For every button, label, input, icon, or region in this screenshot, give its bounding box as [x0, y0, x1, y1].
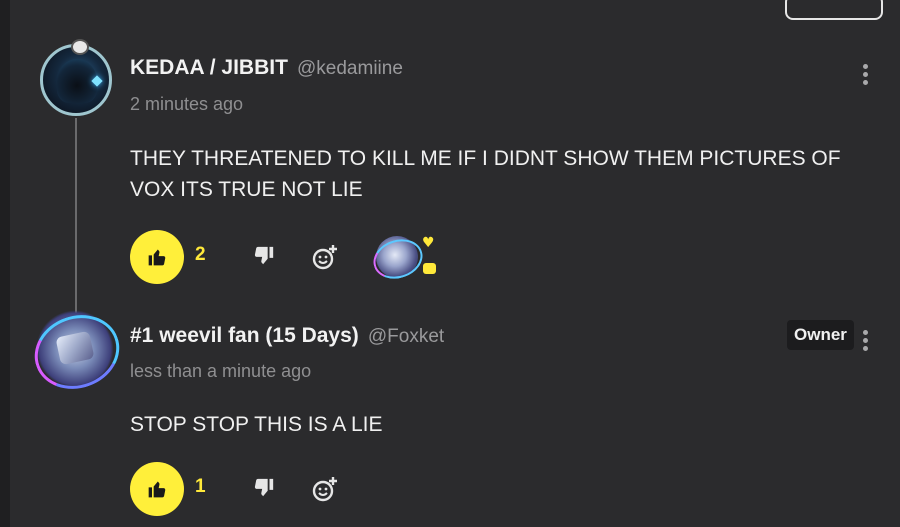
like-button[interactable]: [130, 462, 184, 516]
dislike-button[interactable]: [253, 477, 277, 501]
like-count: 1: [195, 476, 206, 497]
comment-thread: KEDAA / JIBBIT @kedamiine 2 minutes ago …: [0, 0, 900, 527]
author-display-name[interactable]: #1 weevil fan (15 Days): [130, 324, 359, 347]
add-reaction-icon: [312, 245, 337, 270]
thumbs-down-icon: [254, 478, 274, 497]
author-handle[interactable]: @Foxket: [368, 326, 444, 347]
thumbs-down-icon: [254, 246, 274, 265]
like-count: 2: [195, 244, 206, 265]
comment-body: THEY THREATENED TO KILL ME IF I DIDNT SH…: [130, 147, 841, 201]
more-options-icon[interactable]: [863, 330, 869, 354]
chat-bubble-icon: [423, 263, 436, 274]
comment-actions: 2 ♥: [130, 230, 530, 285]
avatar[interactable]: [40, 39, 112, 116]
add-reaction-icon: [312, 477, 337, 502]
add-reaction-button[interactable]: [310, 242, 340, 272]
add-reaction-button[interactable]: [310, 474, 340, 504]
top-button-outline[interactable]: [785, 0, 883, 20]
like-button[interactable]: [130, 230, 184, 284]
comment-header: KEDAA / JIBBIT @kedamiine: [130, 56, 403, 80]
comment-actions: 1: [130, 462, 530, 516]
avatar-badge-icon: [71, 39, 89, 55]
owner-badge: Owner: [787, 320, 854, 350]
orbit-ring-icon: [24, 303, 130, 401]
author-handle[interactable]: @kedamiine: [297, 58, 403, 79]
comment-timestamp: less than a minute ago: [130, 361, 312, 381]
author-display-name[interactable]: KEDAA / JIBBIT: [130, 56, 288, 79]
thumbs-up-icon: [148, 481, 166, 498]
heart-icon: ♥: [422, 235, 435, 251]
reaction-user-avatar[interactable]: [368, 233, 428, 285]
thread-connector-line: [75, 118, 77, 318]
more-options-icon[interactable]: [863, 64, 869, 88]
comment-header: #1 weevil fan (15 Days) @Foxket: [130, 324, 444, 348]
thumbs-up-icon: [148, 249, 166, 266]
comment-timestamp: 2 minutes ago: [130, 94, 244, 114]
avatar[interactable]: [24, 303, 130, 401]
comment-body: STOP STOP THIS IS A LIE: [130, 413, 383, 436]
dislike-button[interactable]: [253, 245, 277, 269]
